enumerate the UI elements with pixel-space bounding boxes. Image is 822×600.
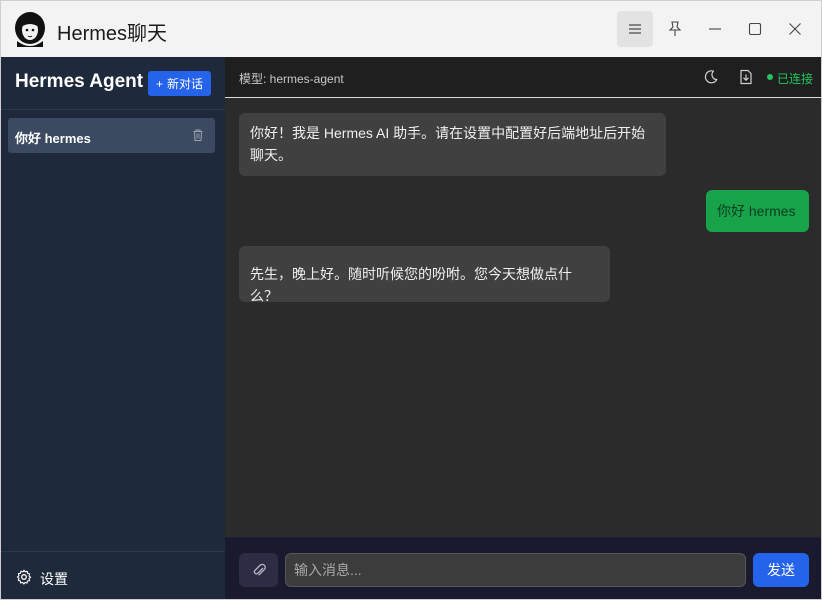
minimize-button[interactable] (697, 11, 733, 47)
trash-icon[interactable] (191, 128, 205, 142)
pin-button[interactable] (657, 11, 693, 47)
conversation-label: 你好 hermes (15, 131, 91, 146)
send-button[interactable]: 发送 (753, 553, 809, 587)
chat-panel: 模型: hermes-agent 已连接 你好！我是 Hermes AI 助手。… (225, 57, 821, 599)
window-title: Hermes聊天 (57, 23, 168, 45)
gear-icon (16, 569, 32, 585)
close-button[interactable] (777, 11, 813, 47)
sidebar-footer: 设置 (1, 551, 225, 599)
composer: 发送 (225, 537, 821, 599)
model-label: 模型: hermes-agent (239, 72, 344, 86)
user-message: 你好 hermes (706, 190, 809, 232)
paperclip-icon (253, 563, 266, 576)
app-logo-icon (15, 12, 45, 47)
sidebar: Hermes Agent + 新对话 你好 hermes 设置 (1, 57, 225, 599)
connection-status: 已连接 (777, 72, 814, 86)
moon-icon[interactable] (703, 69, 719, 85)
conversation-item[interactable]: 你好 hermes (8, 118, 215, 153)
new-chat-label: 新对话 (167, 77, 204, 91)
pin-icon (668, 21, 682, 36)
plus-icon: + (155, 76, 163, 91)
message-input[interactable] (285, 553, 746, 587)
sidebar-header: Hermes Agent + 新对话 (1, 57, 225, 110)
app-window: Hermes聊天 Hermes Agent + 新对话 你好 hermes 设置… (0, 0, 822, 600)
maximize-button[interactable] (737, 11, 773, 47)
new-chat-button[interactable]: + 新对话 (148, 71, 211, 96)
assistant-message: 先生，晚上好。随时听候您的吩咐。您今天想做点什么？ (239, 246, 610, 304)
title-bar: Hermes聊天 (1, 1, 821, 57)
brand-title: Hermes Agent (15, 71, 144, 92)
minimize-icon (709, 28, 721, 30)
chat-header: 模型: hermes-agent 已连接 (225, 57, 821, 98)
close-icon (789, 23, 801, 35)
settings-label: 设置 (40, 571, 68, 587)
maximize-icon (748, 22, 762, 36)
assistant-message: 你好！我是 Hermes AI 助手。请在设置中配置好后端地址后开始聊天。 (239, 113, 666, 176)
menu-icon (629, 24, 641, 34)
status-dot (767, 74, 773, 80)
export-icon[interactable] (738, 69, 754, 85)
attach-button[interactable] (239, 553, 278, 587)
menu-button[interactable] (617, 11, 653, 47)
